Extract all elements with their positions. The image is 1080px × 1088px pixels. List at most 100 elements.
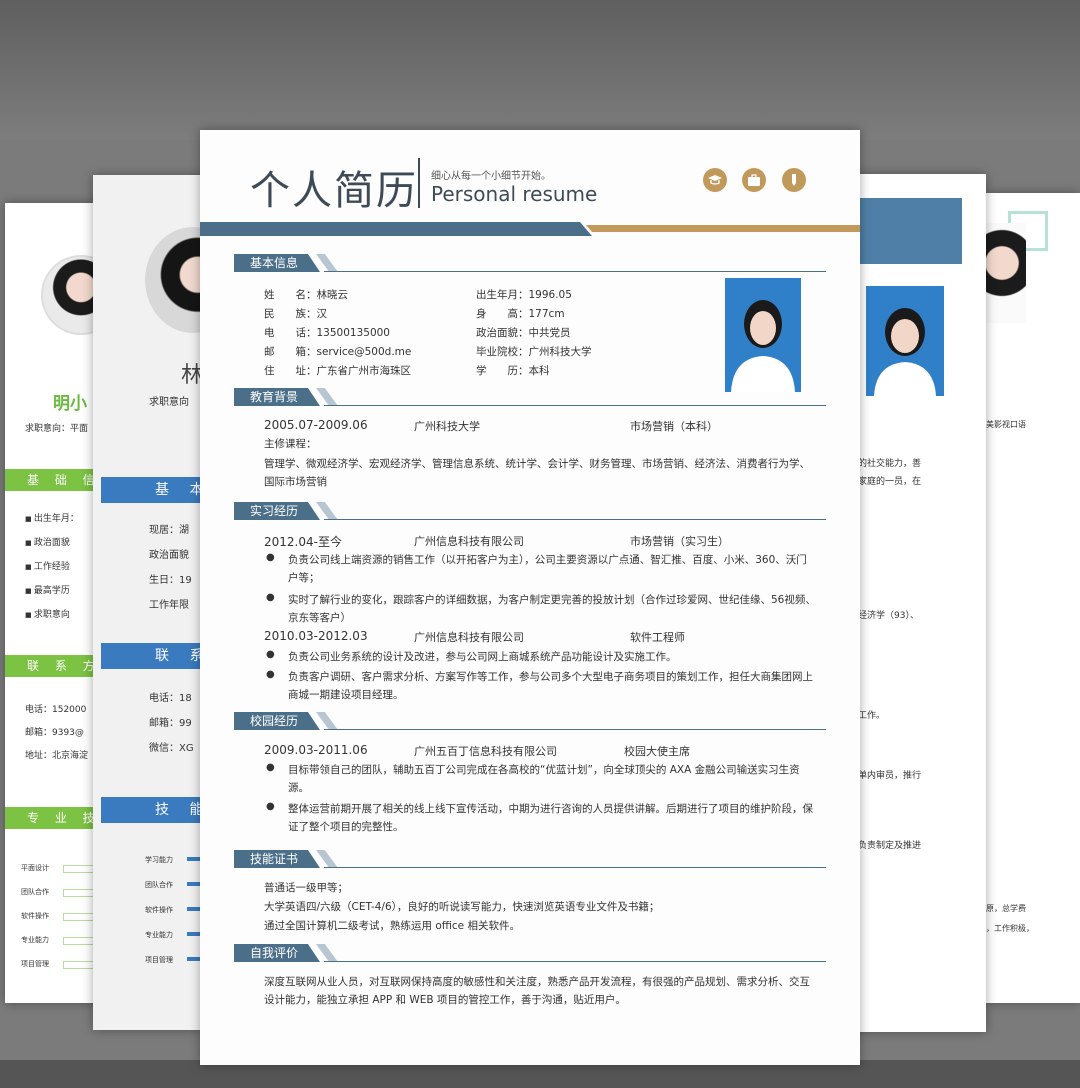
skill-label: 项目管理 — [21, 960, 49, 968]
contact-item: 邮箱：9393@ — [25, 728, 84, 738]
skill-item: 软件操作 — [145, 905, 243, 930]
page-title: 个人简历 — [250, 168, 418, 214]
skill-list: 平面设计 团队合作 软件操作 专业能力 项目管理 — [21, 863, 115, 983]
contact-rows: 电话：18 邮箱：99 微信：XG — [149, 689, 194, 764]
skill-list: 学习能力 团队合作 软件操作 专业能力 项目管理 — [145, 855, 243, 980]
job-intent: 求职意向 — [149, 397, 189, 408]
portrait-figure — [866, 286, 944, 396]
section-rule — [324, 271, 826, 272]
body-text: 经济学（93）、 — [858, 611, 919, 621]
avatar — [866, 286, 944, 396]
section-title: 校园经历 — [234, 712, 320, 730]
job-intent: 求职意向：平面 — [25, 424, 89, 434]
body-text: 工作。 — [858, 711, 886, 721]
section-title: 教育背景 — [234, 388, 320, 406]
job-role: 市场营销（实习生） — [630, 535, 729, 548]
section-title: 技能证书 — [234, 850, 320, 868]
info-politics: 政治面貌：中共党员 — [476, 327, 571, 339]
section-tab-deco — [316, 850, 338, 868]
body-text: 单内审员，推行 — [858, 771, 922, 781]
briefcase-icon — [742, 168, 766, 192]
skill-line: 普通话一级甲等； — [264, 882, 348, 894]
row: 微信：XG — [149, 743, 194, 754]
edu-major: 市场营销（本科） — [630, 420, 718, 433]
job-bullet: 实时了解行业的变化，跟踪客户的详细数据，为客户制定更完善的投放计划（合作过珍爱网… — [288, 594, 816, 624]
edu-school: 广州科技大学 — [414, 420, 480, 433]
skill-item: 学习能力 — [145, 855, 243, 880]
section-tab-deco — [316, 944, 338, 962]
skill-item: 平面设计 — [21, 863, 115, 887]
row: 工作年限 — [149, 600, 189, 611]
job-period: 2010.03-2012.03 — [264, 629, 368, 643]
list-item: 工作经验 — [25, 559, 79, 572]
info-height: 身 高：177cm — [476, 308, 565, 320]
section-title: 基本信息 — [234, 254, 320, 272]
row: 生日：19 — [149, 575, 192, 586]
skill-label: 软件操作 — [21, 912, 49, 920]
portrait-figure — [725, 278, 801, 392]
list-item: 出生年月： — [25, 511, 79, 524]
skill-line: 大学英语四/六级（CET-4/6），良好的听说读写能力，快速浏览英语专业文件及书… — [264, 901, 660, 913]
edu-courses-label: 主修课程： — [264, 438, 317, 450]
section-tab-deco — [316, 502, 338, 520]
skill-item: 软件操作 — [21, 911, 115, 935]
row: 现居：湖 — [149, 525, 189, 536]
job-role: 软件工程师 — [630, 631, 685, 644]
skill-label: 专业能力 — [145, 931, 173, 939]
job-period: 2012.04-至今 — [264, 535, 342, 549]
section-tab-deco — [316, 388, 338, 406]
list-item: 政治面貌 — [25, 535, 79, 548]
bullet-dot: ● — [266, 592, 275, 603]
section-tab-deco — [316, 254, 338, 272]
job-company: 广州信息科技有限公司 — [414, 535, 524, 548]
campus-company: 广州五百丁信息科技有限公司 — [414, 745, 557, 758]
list-item: 求职意向 — [25, 607, 79, 620]
self-evaluation: 深度互联网从业人员，对互联网保持高度的敏感性和关注度，熟悉产品开发流程，有很强的… — [264, 976, 810, 1006]
info-phone: 电 话：13500135000 — [264, 327, 390, 339]
avatar — [986, 223, 1026, 323]
info-name: 姓 名：林晓云 — [264, 289, 348, 301]
bullet-dot: ● — [266, 552, 275, 563]
section-rule — [324, 961, 826, 962]
row: 电话：18 — [149, 693, 192, 704]
bullet-dot: ● — [266, 801, 275, 812]
section-title: 实习经历 — [234, 502, 320, 520]
job-bullet: 负责公司业务系统的设计及改进，参与公司网上商城系统产品功能设计及实施工作。 — [288, 651, 677, 663]
skill-label: 专业能力 — [21, 936, 49, 944]
skill-item: 团队合作 — [21, 887, 115, 911]
campus-role: 校园大使主席 — [624, 745, 690, 758]
basic-list: 出生年月： 政治面貌 工作经验 最高学历 求职意向 — [25, 511, 79, 631]
header-stripe — [200, 222, 860, 236]
skill-item: 专业能力 — [145, 930, 243, 955]
body-text: 的社交能力，善 — [858, 459, 922, 469]
info-birth: 出生年月：1996.05 — [476, 289, 572, 301]
job-company: 广州信息科技有限公司 — [414, 631, 524, 644]
body-text: 家庭的一员，在 — [858, 477, 922, 487]
section-tab-deco — [316, 712, 338, 730]
skill-label: 团队合作 — [145, 881, 173, 889]
background-top — [0, 0, 1080, 140]
info-degree: 学 历：本科 — [476, 365, 550, 377]
contact-list: 电话：152000 邮箱：9393@ 地址：北京海淀 — [25, 699, 88, 768]
contact-item: 地址：北京海淀 — [25, 751, 89, 761]
skill-line: 通过全国计算机二级考试，熟练运用 office 相关软件。 — [264, 920, 520, 932]
info-school: 毕业院校：广州科技大学 — [476, 346, 592, 358]
campus-period: 2009.03-2011.06 — [264, 743, 368, 757]
graduation-cap-icon — [703, 168, 727, 192]
bullet-dot: ● — [266, 669, 275, 680]
campus-bullet: 整体运营前期开展了相关的线上线下宣传活动，中期为进行咨询的人员提供讲解。后期进行… — [288, 803, 813, 833]
row: 邮箱：99 — [149, 718, 192, 729]
body-text: ，工作积极， — [986, 924, 1034, 933]
info-ethnicity: 民 族：汉 — [264, 308, 327, 320]
skill-label: 平面设计 — [21, 864, 49, 872]
page-subtitle: Personal resume — [431, 182, 598, 206]
candidate-name: 明小 — [53, 394, 87, 414]
info-email: 邮 箱：service@500d.me — [264, 346, 412, 358]
section-title: 自我评价 — [234, 944, 320, 962]
section-rule — [324, 867, 826, 868]
section-rule — [324, 405, 826, 406]
skill-label: 学习能力 — [145, 856, 173, 864]
job-bullet: 负责客户调研、客户需求分析、方案写作等工作，参与公司多个大型电子商务项目的策划工… — [288, 671, 813, 701]
job-bullet: 负责公司线上端资源的销售工作（以开拓客户为主），公司主要资源以广点通、智汇推、百… — [288, 554, 807, 584]
skill-item: 专业能力 — [21, 935, 115, 959]
